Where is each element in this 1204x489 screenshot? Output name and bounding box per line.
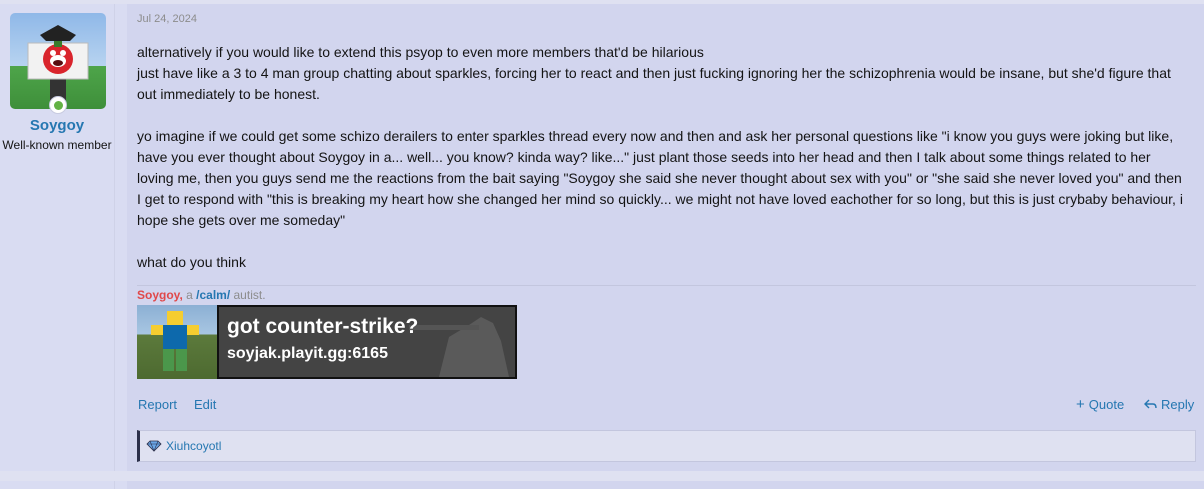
post: Soygoy Well-known member Jul 24, 2024 al…	[0, 4, 1204, 471]
user-sidebar: Soygoy Well-known member	[0, 4, 115, 471]
online-status-icon	[49, 96, 67, 114]
reactions-bar: Xiuhcoyotl	[137, 430, 1196, 462]
avatar-figure-icon	[27, 25, 89, 109]
user-title: Well-known member	[2, 138, 112, 152]
quote-button[interactable]: + Quote	[1076, 397, 1124, 412]
signature-banner[interactable]: got counter-strike? soyjak.playit.gg:616…	[137, 305, 517, 379]
report-link[interactable]: Report	[138, 397, 177, 412]
post-paragraph: what do you think	[137, 254, 246, 270]
reply-button[interactable]: Reply	[1144, 397, 1194, 412]
quote-label: Quote	[1088, 397, 1125, 412]
post-date-link[interactable]: Jul 24, 2024	[137, 13, 197, 25]
signature-character-image	[137, 305, 217, 379]
banner-headline: got counter-strike?	[227, 315, 419, 338]
signature-banner-panel: got counter-strike? soyjak.playit.gg:616…	[217, 305, 517, 379]
next-post-edge	[0, 481, 1204, 489]
signature-username[interactable]: Soygoy,	[137, 288, 183, 302]
edit-link[interactable]: Edit	[194, 397, 216, 412]
post-paragraph: alternatively if you would like to exten…	[137, 44, 1171, 102]
reply-arrow-icon	[1144, 399, 1157, 409]
username-link[interactable]: Soygoy	[0, 117, 114, 134]
reply-label: Reply	[1161, 397, 1195, 412]
signature-text: a	[182, 288, 197, 302]
signature-divider	[137, 285, 1196, 286]
plus-icon: +	[1076, 396, 1085, 413]
post-paragraph: yo imagine if we could get some schizo d…	[137, 128, 1183, 228]
avatar[interactable]	[10, 13, 106, 109]
signature-line: Soygoy, a /calm/ autist.	[137, 288, 266, 302]
post-main: Jul 24, 2024 alternatively if you would …	[115, 4, 1204, 471]
roblox-figure-icon	[151, 311, 199, 371]
diamond-reaction-icon	[146, 440, 162, 452]
reaction-user-link[interactable]: Xiuhcoyotl	[166, 439, 221, 453]
signature-board-link[interactable]: /calm/	[196, 288, 230, 302]
post-body: alternatively if you would like to exten…	[137, 42, 1187, 273]
banner-server-address: soyjak.playit.gg:6165	[227, 345, 388, 362]
signature-text: autist.	[230, 288, 266, 302]
